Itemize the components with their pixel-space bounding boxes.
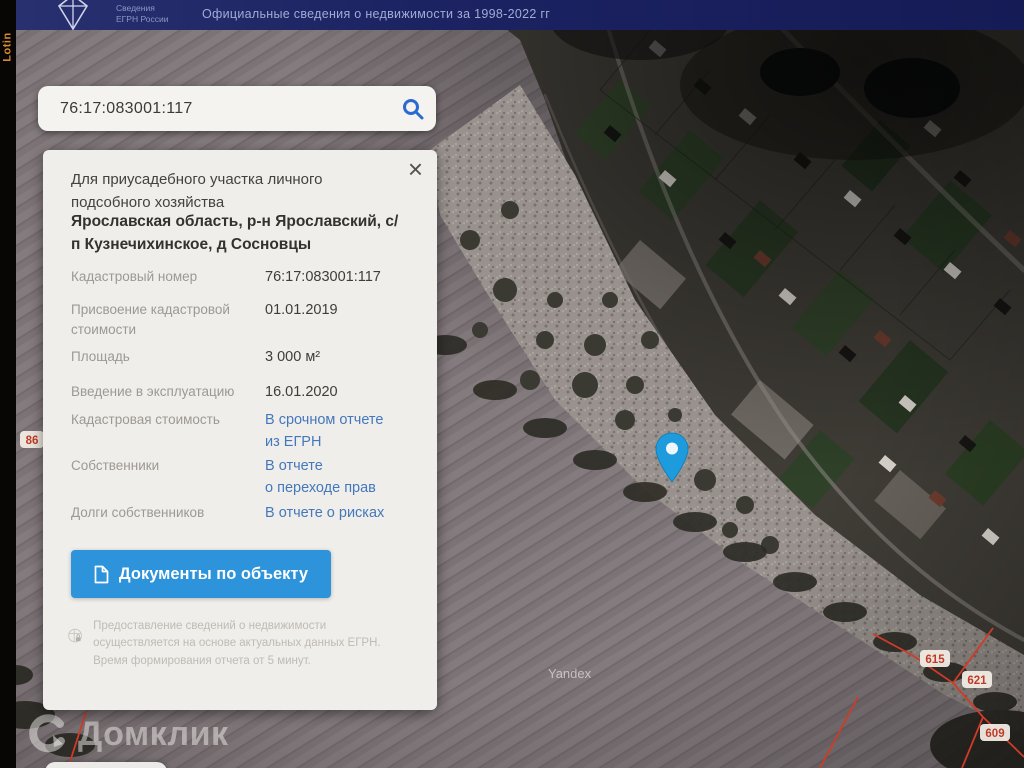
row-label: Кадастровый номер [71,269,198,284]
header-tagline: Официальные сведения о недвижимости за 1… [202,7,551,21]
object-address: Ярославская область, р-н Ярославский, с/… [71,213,399,254]
documents-button[interactable]: Документы по объекту [71,550,331,598]
parcel-label-621: 621 [967,675,987,687]
row-value: 76:17:083001:117 [265,269,381,285]
bezel-sticker-label: Lotin [2,32,15,62]
row-label: Присвоение кадастровой стоимости [71,302,230,337]
row-label: Введение в эксплуатацию [71,384,235,399]
report-link[interactable]: В срочном отчете из ЕГРН [265,410,430,454]
object-info-panel: × Для приусадебного участка личного подс… [43,150,437,710]
screenshot-root: 615 621 609 86 Yandex Домклик Сведения Е… [0,0,1024,768]
top-header: Сведения ЕГРН России Официальные сведени… [16,0,1024,31]
map-provider-watermark: Yandex [548,666,592,681]
object-usage-subtitle: Для приусадебного участка личного подсоб… [71,171,323,212]
row-label: Кадастровая стоимость [71,412,220,427]
site-watermark: Домклик [26,712,229,756]
row-label: Долги собственников [71,505,205,520]
disclaimer-text: Предоставление сведений о недвижимости о… [93,620,381,667]
parcel-label-86: 86 [26,435,39,447]
row-value: 3 000 м² [265,349,321,365]
monitor-bezel: Lotin [0,0,16,768]
service-brand-line1: Сведения [116,3,155,13]
parcel-label-615: 615 [925,654,945,666]
report-link[interactable]: В отчете о переходе прав [265,456,430,500]
row-value: 16.01.2020 [265,384,338,400]
row-value: 01.01.2019 [265,302,338,318]
map-pin-icon[interactable] [655,432,689,484]
service-brand: Сведения ЕГРН России [116,3,168,26]
bezel-sticker: Lotin [0,8,17,86]
row-label: Площадь [71,349,130,364]
parcel-label-609: 609 [985,728,1004,740]
cadastral-search: 76:17:083001:117 [38,86,436,131]
search-input[interactable]: 76:17:083001:117 [38,100,390,118]
report-link[interactable]: В отчете о рисках [265,503,430,525]
search-icon [403,98,424,119]
search-button[interactable] [390,86,436,131]
egrn-shield-icon [57,0,89,31]
documents-button-label: Документы по объекту [118,564,309,583]
document-icon [94,565,109,583]
site-watermark-label: Домклик [78,714,229,753]
egrn-registry-icon [68,628,82,643]
service-brand-line2: ЕГРН России [116,14,169,25]
row-label: Собственники [71,458,160,473]
close-icon[interactable]: × [404,152,427,186]
disclaimer: Предоставление сведений о недвижимости о… [67,616,409,670]
domclick-logo-icon [29,714,65,753]
next-card-edge[interactable] [45,762,167,768]
